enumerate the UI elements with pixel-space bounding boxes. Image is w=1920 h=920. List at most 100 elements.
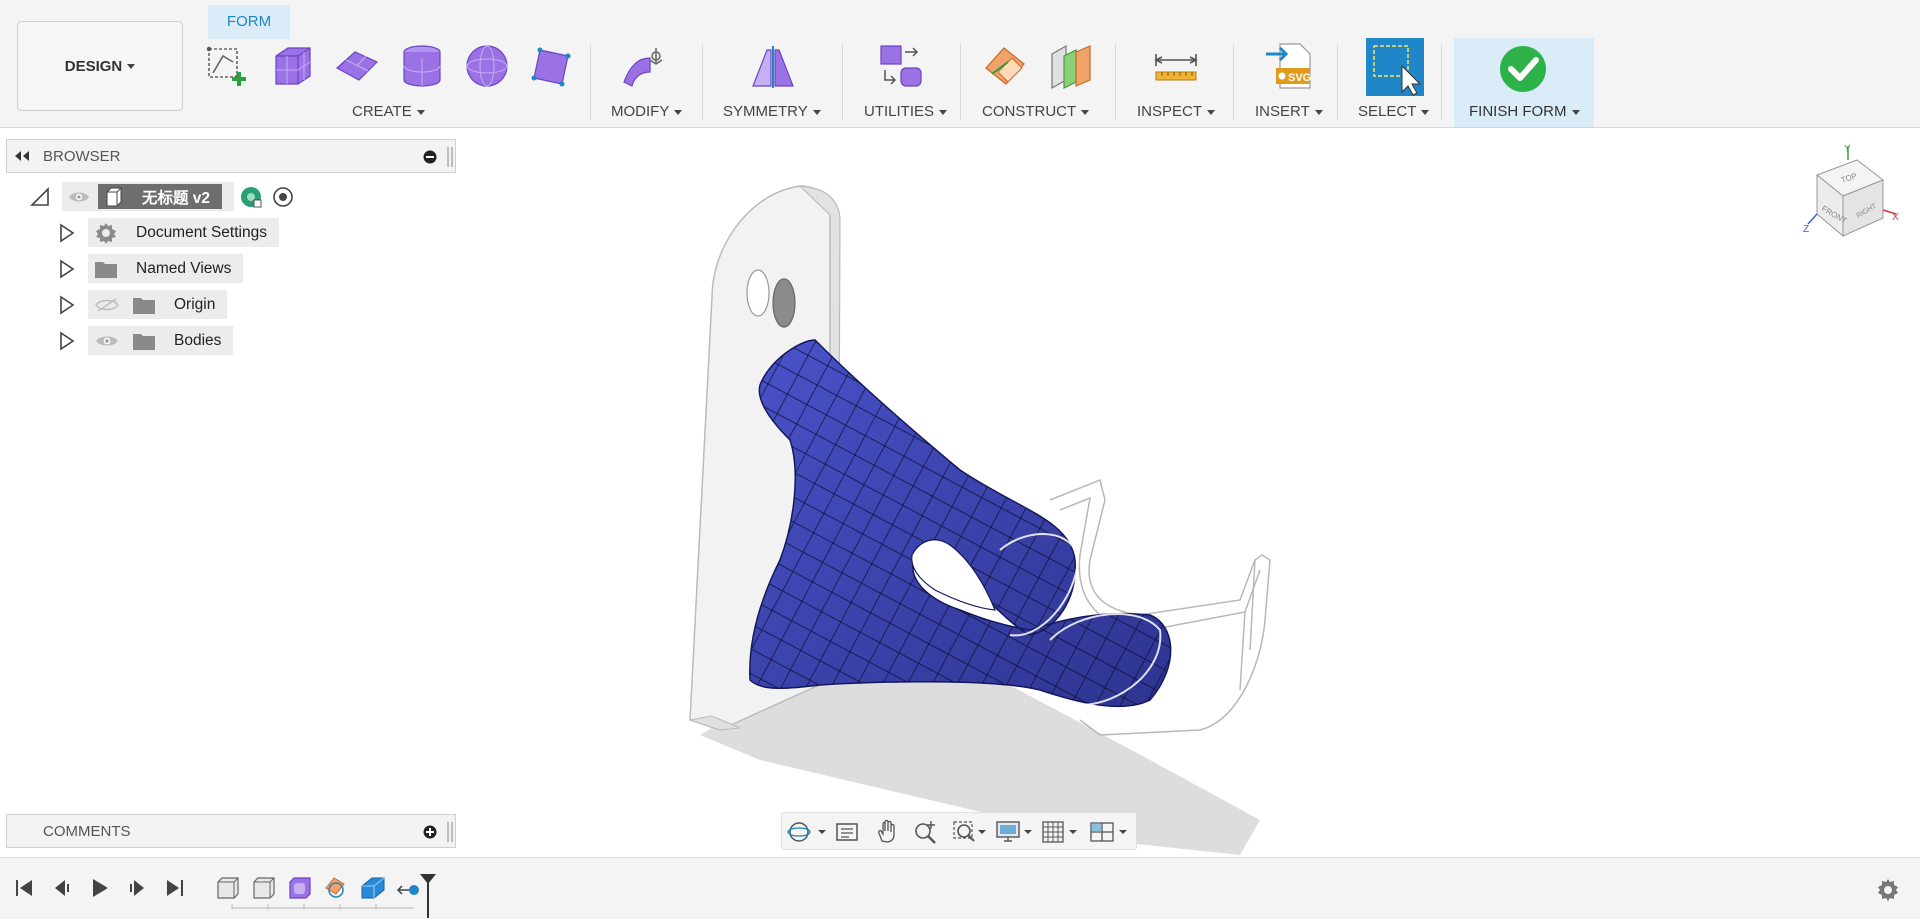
tab-form[interactable]: FORM (208, 5, 290, 39)
tspline-body[interactable] (750, 340, 1171, 706)
mirror-symmetry-icon[interactable] (749, 42, 797, 90)
gear-icon (94, 221, 118, 245)
sphere-form-icon[interactable] (463, 42, 511, 90)
browser-item-bodies[interactable]: Bodies (58, 326, 233, 355)
browser-item-label: Named Views (136, 260, 231, 278)
grid-settings-icon[interactable] (1040, 819, 1080, 845)
bodies-pill: Bodies (88, 326, 233, 355)
symmetry-menu[interactable]: SYMMETRY (723, 103, 821, 120)
root-pill: 无标题 v2 (62, 182, 234, 211)
3d-viewport[interactable]: TOP FRONT RIGHT Y X Z (460, 129, 1920, 857)
display-settings-icon[interactable] (994, 819, 1034, 845)
eye-hidden-icon[interactable] (94, 297, 120, 313)
convert-utility-icon[interactable] (877, 42, 925, 90)
finish-form-menu[interactable]: FINISH FORM (1469, 103, 1580, 120)
chevron-down-icon (417, 110, 425, 115)
insert-label: INSERT (1255, 103, 1310, 120)
radio-target-icon[interactable] (272, 186, 294, 208)
eye-icon[interactable] (94, 333, 120, 349)
toolbar-divider (1233, 44, 1234, 120)
go-to-start-icon[interactable] (12, 876, 36, 900)
create-sketch-icon[interactable] (203, 42, 251, 90)
pan-hand-icon[interactable] (874, 819, 900, 845)
chevron-down-icon (1315, 110, 1323, 115)
create-label: CREATE (352, 103, 412, 120)
document-settings-pill: Document Settings (88, 218, 279, 247)
expand-triangle-icon[interactable] (58, 259, 76, 279)
axis-z-label: Z (1803, 224, 1809, 235)
face-form-icon[interactable] (528, 42, 576, 90)
toolbar: FORM DESIGN CREATE (0, 0, 1920, 128)
cylinder-form-icon[interactable] (398, 42, 446, 90)
viewports-layout-icon[interactable] (1088, 819, 1132, 845)
construct-label: CONSTRUCT (982, 103, 1076, 120)
construct-menu[interactable]: CONSTRUCT (982, 103, 1089, 120)
chevron-down-icon (1421, 110, 1429, 115)
step-back-icon[interactable] (50, 876, 74, 900)
browser-root-row[interactable]: 无标题 v2 (30, 182, 294, 211)
zoom-icon[interactable] (913, 819, 939, 845)
midplane-icon[interactable] (1046, 42, 1094, 90)
timeline-feature-body-icon[interactable] (362, 878, 384, 898)
select-menu[interactable]: SELECT (1358, 103, 1429, 120)
look-at-icon[interactable] (834, 819, 860, 845)
timeline-marker-handle[interactable] (418, 872, 438, 920)
inspect-menu[interactable]: INSPECT (1137, 103, 1215, 120)
expand-triangle-icon[interactable] (58, 223, 76, 243)
create-menu[interactable]: CREATE (352, 103, 425, 120)
root-component: 无标题 v2 (98, 184, 222, 209)
timeline-feature-component-icon[interactable] (254, 878, 274, 898)
select-icon[interactable] (1366, 38, 1424, 96)
chevron-down-icon (127, 64, 135, 69)
finish-form-label: FINISH FORM (1469, 103, 1567, 120)
browser-item-named-views[interactable]: Named Views (58, 254, 243, 283)
box-form-icon[interactable] (268, 42, 316, 90)
orbit-icon[interactable] (786, 819, 830, 845)
timeline-feature-component-icon[interactable] (218, 878, 238, 898)
plane-form-icon[interactable] (333, 42, 381, 90)
offset-plane-icon[interactable] (982, 42, 1030, 90)
folder-icon (132, 331, 156, 351)
browser-item-origin[interactable]: Origin (58, 290, 227, 319)
activate-component-icon[interactable] (240, 186, 262, 208)
select-label: SELECT (1358, 103, 1416, 120)
measure-icon[interactable] (1152, 42, 1200, 90)
insert-menu[interactable]: INSERT (1255, 103, 1323, 120)
minus-circle-icon[interactable] (423, 150, 437, 164)
expanded-triangle-icon[interactable] (30, 187, 50, 207)
browser-item-document-settings[interactable]: Document Settings (58, 218, 279, 247)
expand-triangle-icon[interactable] (58, 331, 76, 351)
timeline-settings-gear-icon[interactable] (1876, 878, 1900, 902)
go-to-end-icon[interactable] (163, 876, 187, 900)
toolbar-divider (1441, 44, 1442, 120)
expand-triangle-icon[interactable] (58, 295, 76, 315)
axis-y-label: Y (1844, 144, 1851, 155)
panel-resize-handle-icon[interactable] (447, 147, 453, 167)
chevron-down-icon (1207, 110, 1215, 115)
symmetry-label: SYMMETRY (723, 103, 808, 120)
folder-icon (132, 295, 156, 315)
modify-label: MODIFY (611, 103, 669, 120)
play-icon[interactable] (88, 876, 112, 900)
eye-icon[interactable] (68, 190, 90, 204)
utilities-menu[interactable]: UTILITIES (864, 103, 947, 120)
viewcube[interactable]: TOP FRONT RIGHT Y X Z (1803, 144, 1899, 236)
modify-menu[interactable]: MODIFY (611, 103, 682, 120)
add-comment-icon[interactable] (423, 825, 437, 839)
edit-form-icon[interactable] (620, 42, 668, 90)
workspace-switcher-button[interactable]: DESIGN (17, 21, 183, 111)
panel-resize-handle-icon[interactable] (447, 822, 453, 842)
browser-item-label: Origin (174, 296, 215, 314)
collapse-panel-icon[interactable] (13, 150, 31, 162)
step-forward-icon[interactable] (125, 876, 149, 900)
toolbar-divider (590, 44, 591, 120)
timeline-feature-form-icon[interactable] (290, 878, 310, 898)
chevron-down-icon (813, 110, 821, 115)
toolbar-divider (702, 44, 703, 120)
named-views-pill: Named Views (88, 254, 243, 283)
timeline-feature-form-edit-icon[interactable] (398, 885, 419, 895)
timeline-feature-sketch-icon[interactable] (326, 878, 344, 897)
folder-icon (94, 259, 118, 279)
fit-window-icon[interactable] (952, 819, 988, 845)
insert-svg-icon[interactable]: SVG (1264, 42, 1312, 90)
